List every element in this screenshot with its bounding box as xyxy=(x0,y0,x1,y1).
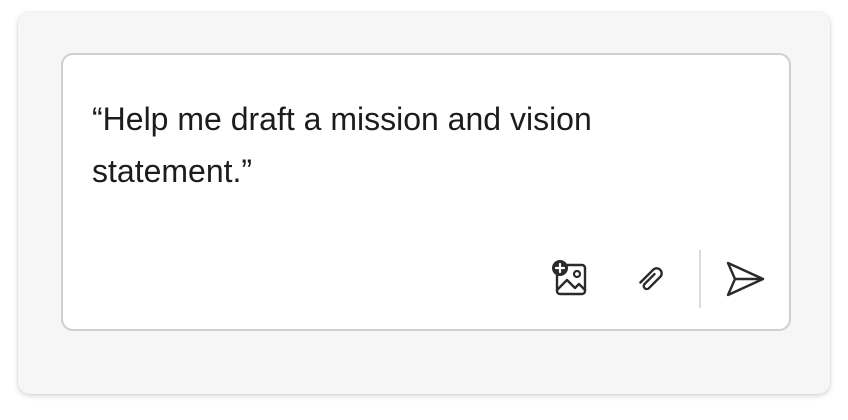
composer-toolbar xyxy=(549,249,767,309)
send-icon xyxy=(726,261,765,297)
add-image-button[interactable] xyxy=(549,257,593,301)
composer-card: “Help me draft a mission and vision stat… xyxy=(18,12,830,394)
toolbar-divider xyxy=(699,250,701,308)
attach-file-button[interactable] xyxy=(629,257,673,301)
send-button[interactable] xyxy=(723,257,767,301)
prompt-input[interactable]: “Help me draft a mission and vision stat… xyxy=(92,93,692,197)
paperclip-icon xyxy=(639,267,663,291)
prompt-composer[interactable]: “Help me draft a mission and vision stat… xyxy=(61,53,791,331)
add-image-icon xyxy=(552,260,587,296)
